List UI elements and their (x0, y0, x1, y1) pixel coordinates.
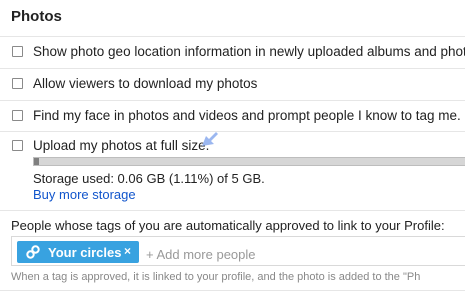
setting-geo-location[interactable]: Show photo geo location information in n… (0, 43, 465, 63)
allow-download-checkbox[interactable] (12, 78, 23, 89)
auto-approve-tags-label: People whose tags of you are automatical… (11, 218, 445, 233)
storage-used-text: Storage used: 0.06 GB (1.11%) of 5 GB. (33, 171, 265, 186)
full-size-upload-checkbox[interactable] (12, 140, 23, 151)
link-icon (26, 245, 40, 259)
divider (0, 131, 465, 132)
buy-more-storage-link[interactable]: Buy more storage (33, 187, 136, 202)
tag-approval-footnote: When a tag is approved, it is linked to … (11, 271, 421, 283)
face-tagging-checkbox[interactable] (12, 110, 23, 121)
setting-face-tagging[interactable]: Find my face in photos and videos and pr… (0, 107, 465, 127)
face-tagging-label: Find my face in photos and videos and pr… (33, 108, 461, 123)
divider (0, 290, 465, 291)
setting-label: Find my face in photos and videos and pr… (33, 108, 465, 123)
setting-full-size-upload[interactable]: Upload my photos at full size. (0, 137, 465, 157)
storage-progress-fill (34, 158, 40, 165)
divider (0, 36, 465, 37)
storage-progress-bar (33, 157, 465, 166)
setting-label: Show photo geo location information in n… (33, 44, 465, 59)
divider (0, 210, 465, 211)
setting-label: Upload my photos at full size. (33, 138, 210, 153)
geo-location-checkbox[interactable] (12, 46, 23, 57)
divider (0, 100, 465, 101)
circle-chip[interactable]: Your circles × (17, 241, 139, 263)
setting-label: Allow viewers to download my photos (33, 76, 258, 91)
setting-allow-download[interactable]: Allow viewers to download my photos (0, 75, 465, 95)
remove-chip-icon[interactable]: × (124, 244, 131, 258)
people-picker[interactable]: Your circles × + Add more people (11, 236, 465, 266)
divider (0, 68, 465, 69)
chip-label: Your circles (48, 245, 122, 260)
pointer-arrow-icon (202, 132, 218, 146)
add-more-people-input[interactable]: + Add more people (146, 247, 256, 262)
section-title: Photos (11, 8, 62, 25)
